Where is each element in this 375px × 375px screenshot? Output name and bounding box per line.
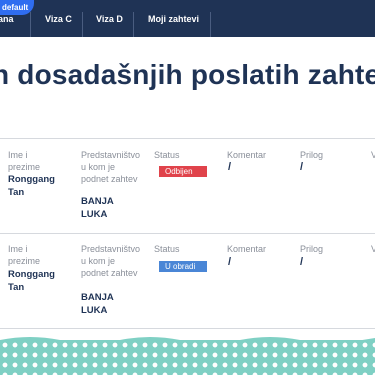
label-attachment: Prilog — [300, 150, 324, 160]
label-extra: V — [371, 150, 375, 160]
label-name: Ime i prezime — [8, 150, 41, 172]
status-badge-text: Odbijen — [159, 166, 207, 177]
label-comment: Komentar — [227, 150, 267, 160]
value-office: BANJA LUKA — [81, 196, 114, 220]
default-button-label: default — [2, 3, 29, 12]
nav-item-viza-d[interactable]: Viza D — [96, 14, 123, 25]
nav-divider — [82, 12, 83, 37]
nav-divider — [30, 12, 31, 37]
label-extra: V — [371, 244, 375, 254]
value-attachment: / — [300, 161, 304, 173]
nav-item-viza-c[interactable]: Viza C — [45, 14, 72, 25]
value-office: BANJA LUKA — [81, 292, 114, 316]
nav-item-home[interactable]: ana — [0, 14, 14, 25]
nav-item-moji-zahtevi[interactable]: Moji zahtevi — [148, 14, 199, 25]
value-attachment: / — [300, 256, 304, 268]
nav-divider — [210, 12, 211, 37]
value-name: Ronggang Tan — [8, 174, 55, 198]
status-badge-text: U obradi — [159, 261, 207, 272]
value-comment: / — [228, 161, 232, 173]
label-attachment: Prilog — [300, 244, 324, 254]
footer-pattern — [0, 340, 375, 375]
value-name: Ronggang Tan — [8, 269, 55, 293]
row-divider — [0, 138, 375, 139]
value-comment: / — [228, 256, 232, 268]
row-divider — [0, 233, 375, 234]
label-status: Status — [154, 244, 180, 254]
status-badge: Odbijen — [159, 161, 207, 179]
default-button[interactable]: default — [0, 0, 34, 15]
label-status: Status — [154, 150, 180, 160]
nav-divider — [133, 12, 134, 37]
label-office: Predstavništvo u kom je podnet zahtev — [81, 150, 141, 184]
row-divider — [0, 328, 375, 329]
label-name: Ime i prezime — [8, 244, 41, 266]
top-navbar: ana Viza C Viza D Moji zahtevi — [0, 0, 375, 37]
label-office: Predstavništvo u kom je podnet zahtev — [81, 244, 141, 278]
status-badge: U obradi — [159, 256, 207, 274]
label-comment: Komentar — [227, 244, 267, 254]
page-title: n dosadašnjih poslatih zahte — [0, 59, 375, 90]
